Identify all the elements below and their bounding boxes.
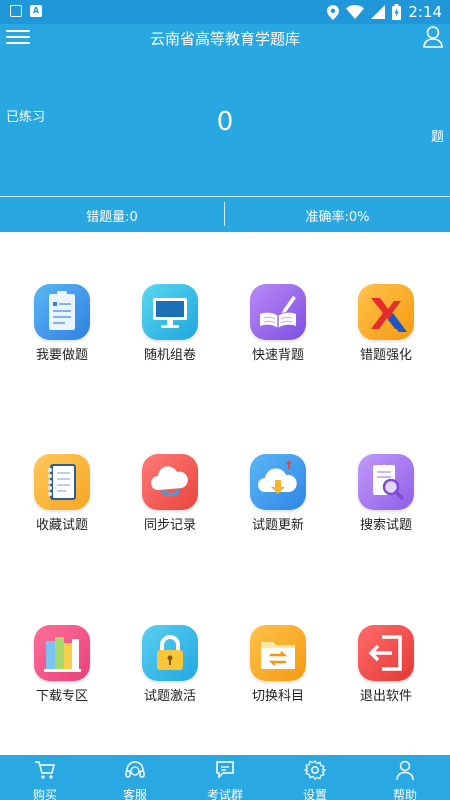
menu-search-questions[interactable]: 搜索试题	[336, 454, 436, 544]
menu-label: 切换科目	[251, 689, 304, 704]
nav-settings[interactable]: 设置	[270, 755, 360, 800]
cloud-sync-icon	[142, 454, 198, 510]
screenshot-icon	[10, 5, 22, 17]
cloud-download-icon	[250, 454, 306, 510]
menu-wrong-reinforce[interactable]: 错题强化	[336, 284, 436, 374]
menu-download-zone[interactable]: 下载专区	[12, 625, 112, 715]
exit-icon	[358, 625, 414, 681]
menu-label: 退出软件	[359, 689, 412, 704]
nav-label: 帮助	[392, 788, 417, 800]
menu-grid: 我要做题 随机组卷 快速背题 错题强化 收藏试题 同步记录 试题更新 搜索试题 …	[0, 232, 450, 755]
page-title: 云南省高等教育学题库	[149, 30, 300, 48]
stats-divider	[0, 196, 450, 197]
status-bar: A 2:14	[0, 0, 450, 24]
signal-icon	[371, 5, 386, 19]
search-doc-icon	[358, 454, 414, 510]
gear-icon	[303, 760, 327, 780]
nav-label: 设置	[302, 788, 327, 800]
menu-label: 同步记录	[143, 518, 196, 533]
lock-icon	[142, 625, 198, 681]
user-profile-icon[interactable]	[422, 25, 444, 49]
chat-icon	[216, 761, 234, 779]
menu-question-update[interactable]: 试题更新	[228, 454, 328, 544]
menu-exit[interactable]: 退出软件	[336, 625, 436, 715]
location-icon	[327, 4, 340, 20]
menu-label: 搜索试题	[359, 518, 412, 533]
menu-switch-subject[interactable]: 切换科目	[228, 625, 328, 715]
menu-random-paper[interactable]: 随机组卷	[120, 284, 220, 374]
books-icon	[34, 625, 90, 681]
folder-switch-icon	[250, 625, 306, 681]
menu-label: 随机组卷	[143, 348, 196, 363]
menu-favorites[interactable]: 收藏试题	[12, 454, 112, 544]
battery-icon	[392, 4, 402, 20]
menu-label: 试题激活	[143, 689, 196, 704]
cart-icon	[35, 761, 55, 779]
menu-label: 我要做题	[35, 348, 88, 363]
bottom-navigation: 购买 客服 考试群 设置 帮助	[0, 755, 450, 800]
menu-practice[interactable]: 我要做题	[12, 284, 112, 374]
nav-buy[interactable]: 购买	[0, 755, 90, 800]
a-icon: A	[30, 5, 42, 17]
menu-activate[interactable]: 试题激活	[120, 625, 220, 715]
menu-sync-records[interactable]: 同步记录	[120, 454, 220, 544]
nav-label: 购买	[32, 788, 57, 800]
nav-customer-service[interactable]: 客服	[90, 755, 180, 800]
book-pen-icon	[250, 284, 306, 340]
stats-panel: 已练习 0 题 错题量:0 准确率:0%	[0, 52, 450, 232]
menu-quick-memorize[interactable]: 快速背题	[228, 284, 328, 374]
wifi-icon	[346, 5, 365, 19]
nav-label: 考试群	[206, 788, 243, 800]
practiced-count: 0	[216, 107, 234, 137]
practiced-unit: 题	[430, 130, 444, 145]
status-time: 2:14	[408, 3, 442, 21]
wrong-count: 错题量:0	[86, 210, 138, 225]
accuracy-rate: 准确率:0%	[305, 210, 370, 225]
menu-label: 快速背题	[251, 348, 304, 363]
x-mark-icon	[358, 284, 414, 340]
menu-label: 错题强化	[359, 348, 412, 363]
notebook-icon	[34, 454, 90, 510]
headset-icon	[125, 761, 145, 778]
nav-exam-group[interactable]: 考试群	[180, 755, 270, 800]
clipboard-icon	[34, 284, 90, 340]
app-bar: 云南省高等教育学题库	[0, 24, 450, 52]
menu-label: 试题更新	[251, 518, 304, 533]
person-icon	[396, 760, 414, 781]
nav-label: 客服	[122, 788, 147, 800]
nav-help[interactable]: 帮助	[360, 755, 450, 800]
menu-label: 收藏试题	[35, 518, 88, 533]
menu-label: 下载专区	[35, 689, 88, 704]
monitor-icon	[142, 284, 198, 340]
